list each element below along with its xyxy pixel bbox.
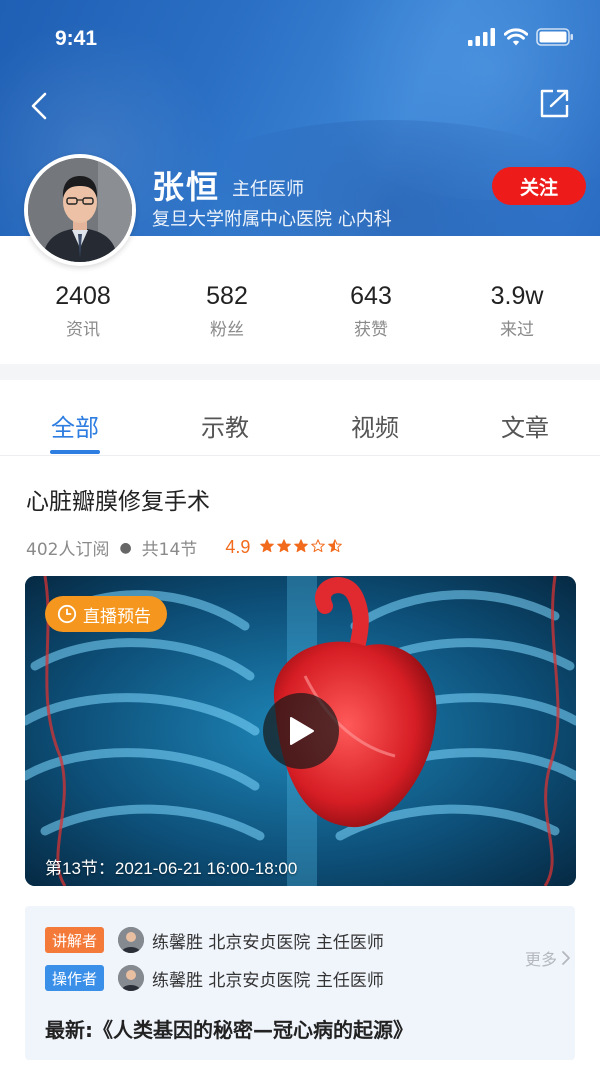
live-badge-label: 直播预告 bbox=[83, 606, 151, 627]
stat-label: 资讯 bbox=[66, 320, 100, 340]
stat-label: 来过 bbox=[500, 320, 534, 340]
star-rating-icon bbox=[260, 538, 343, 552]
content-tabs: 全部 示教 视频 文章 bbox=[0, 380, 600, 456]
doctor-avatar[interactable] bbox=[24, 154, 136, 266]
signal-icon bbox=[468, 28, 495, 46]
operator-avatar bbox=[118, 965, 145, 991]
status-bar: 9:41 bbox=[0, 0, 600, 80]
stat-visits[interactable]: 3.9w 来过 bbox=[442, 282, 592, 340]
stat-likes[interactable]: 643 获赞 bbox=[296, 282, 446, 340]
stat-news[interactable]: 2408 资讯 bbox=[8, 282, 158, 340]
lecturer-avatar bbox=[118, 927, 145, 953]
share-icon bbox=[540, 89, 569, 118]
tab-all[interactable]: 全部 bbox=[25, 408, 125, 443]
session-count: 共14节 bbox=[141, 540, 198, 560]
person-avatar-icon bbox=[118, 965, 145, 991]
follow-button[interactable]: 关注 bbox=[492, 167, 586, 205]
status-time: 9:41 bbox=[55, 27, 98, 50]
course-title[interactable]: 心脏瓣膜修复手术 bbox=[26, 482, 210, 516]
operator-row[interactable]: 操作者 练馨胜 北京安贞医院 主任医师 bbox=[45, 964, 384, 992]
doctor-portrait-icon bbox=[28, 158, 132, 262]
stat-label: 获赞 bbox=[354, 320, 388, 340]
stat-value: 3.9w bbox=[490, 282, 544, 310]
rating-value: 4.9 bbox=[225, 537, 251, 557]
clock-icon bbox=[57, 604, 77, 624]
more-label: 更多 bbox=[524, 950, 557, 969]
tab-active-indicator bbox=[50, 450, 100, 454]
stat-value: 643 bbox=[350, 282, 392, 310]
course-info-box: 讲解者 练馨胜 北京安贞医院 主任医师 操作者 练馨胜 北京安贞医院 主任医师 … bbox=[25, 906, 575, 1060]
chevron-right-icon bbox=[562, 951, 570, 965]
doctor-title: 主任医师 bbox=[232, 179, 304, 200]
lecturer-info: 练馨胜 北京安贞医院 主任医师 bbox=[152, 932, 384, 953]
course-meta: 402人订阅 ● 共14节 4.9 bbox=[26, 535, 343, 560]
battery-icon bbox=[536, 28, 573, 46]
operator-tag: 操作者 bbox=[45, 965, 105, 991]
wifi-icon bbox=[504, 28, 528, 46]
doctor-hospital: 复旦大学附属中心医院 心内科 bbox=[152, 209, 392, 230]
section-divider bbox=[0, 364, 600, 380]
tab-video[interactable]: 视频 bbox=[325, 408, 425, 443]
tab-teaching[interactable]: 示教 bbox=[175, 408, 275, 443]
more-button[interactable]: 更多 bbox=[525, 946, 571, 970]
lecturer-tag: 讲解者 bbox=[45, 927, 105, 953]
back-arrow-icon bbox=[31, 92, 47, 120]
back-button[interactable] bbox=[22, 88, 56, 124]
session-time: 第13节：2021-06-21 16:00-18:00 bbox=[45, 859, 298, 878]
course-video-cover[interactable]: 直播预告 第13节：2021-06-21 16:00-18:00 bbox=[25, 576, 576, 886]
play-button[interactable] bbox=[263, 693, 339, 769]
person-avatar-icon bbox=[118, 927, 145, 953]
rating-stars bbox=[260, 538, 343, 557]
live-preview-badge: 直播预告 bbox=[45, 596, 167, 632]
subscriber-count: 402人订阅 bbox=[26, 540, 110, 560]
stat-fans[interactable]: 582 粉丝 bbox=[152, 282, 302, 340]
share-button[interactable] bbox=[536, 86, 572, 122]
latest-article-link[interactable]: 最新:《人类基因的秘密—冠心病的起源》 bbox=[45, 1014, 413, 1043]
lecturer-row[interactable]: 讲解者 练馨胜 北京安贞医院 主任医师 bbox=[45, 926, 384, 954]
stat-label: 粉丝 bbox=[210, 320, 244, 340]
play-icon bbox=[290, 717, 314, 745]
stat-value: 2408 bbox=[55, 282, 111, 310]
operator-info: 练馨胜 北京安贞医院 主任医师 bbox=[152, 970, 384, 991]
separator-dot: ● bbox=[119, 539, 132, 556]
tab-articles[interactable]: 文章 bbox=[475, 408, 575, 443]
doctor-name: 张恒 bbox=[152, 168, 221, 206]
stat-value: 582 bbox=[206, 282, 248, 310]
